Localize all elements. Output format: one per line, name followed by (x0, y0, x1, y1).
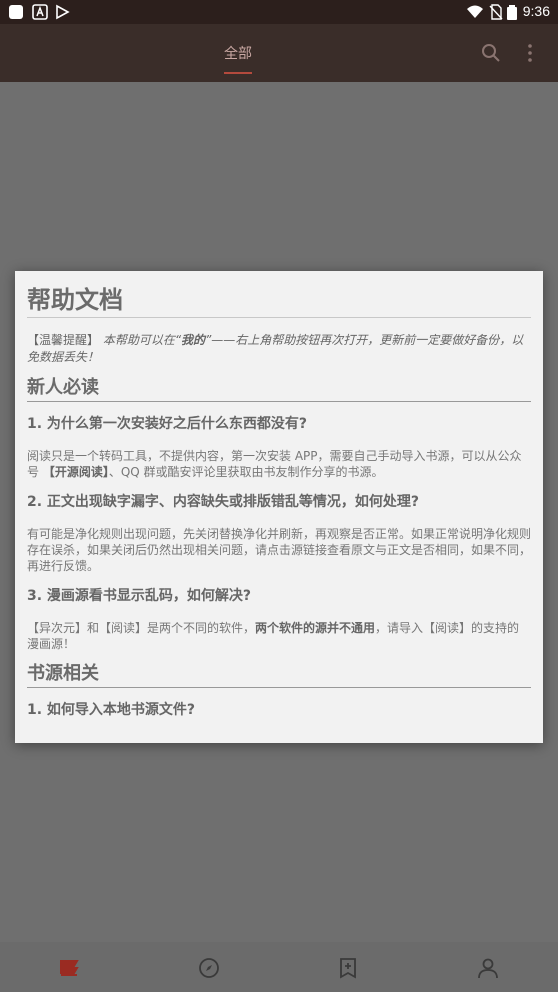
tip-text-1: 本帮助可以在“ (102, 333, 182, 347)
section-newcomer-heading: 新人必读 (27, 376, 531, 402)
faq-answer-2: 有可能是净化规则出现问题，先关闭替换净化并刷新，再观察是否正常。如果正常说明净化… (27, 527, 532, 573)
discover-icon[interactable] (197, 956, 221, 980)
tab-all-label: 全部 (224, 46, 252, 62)
tab-indicator (224, 72, 252, 74)
faq-source-question-1: 1. 如何导入本地书源文件? (27, 702, 196, 718)
more-options-icon[interactable] (520, 43, 540, 63)
bottom-navigation (0, 942, 558, 992)
app-notification-icon (32, 4, 48, 20)
reminder-tip: 【温馨提醒】 本帮助可以在“我的”——右上角帮助按钮再次打开，更新前一定要做好备… (27, 332, 531, 366)
tab-all[interactable]: 全部 (213, 24, 263, 82)
faq-answer-1-bold: 【开源阅读】 (42, 465, 109, 479)
faq-question-3: 3. 漫画源看书显示乱码，如何解决? (27, 588, 252, 604)
faq-answer-3: 【异次元】和【阅读】是两个不同的软件，两个软件的源并不通用，请导入【阅读】的支持… (27, 620, 531, 652)
play-store-icon (54, 4, 70, 20)
faq-question-1: 1. 为什么第一次安装好之后什么东西都没有? (27, 416, 308, 432)
faq-answer-3-bold: 两个软件的源并不通用 (255, 621, 376, 635)
faq-answer-1-part2: 、QQ 群或酷安评论里获取由书友制作分享的书源。 (108, 465, 384, 479)
status-time: 9:36 (522, 3, 550, 19)
my-icon[interactable] (476, 956, 500, 980)
bookshelf-icon[interactable] (57, 956, 81, 980)
rss-icon[interactable] (336, 956, 360, 980)
app-bar: 全部 (0, 24, 558, 82)
faq-answer-1: 阅读只是一个转码工具，不提供内容，第一次安装 APP，需要自己手动导入书源，可以… (27, 448, 531, 480)
wifi-icon (466, 4, 484, 20)
help-dialog: 帮助文档 【温馨提醒】 本帮助可以在“我的”——右上角帮助按钮再次打开，更新前一… (15, 271, 543, 743)
section-source-heading: 书源相关 (27, 662, 531, 688)
faq-question-2: 2. 正文出现缺字漏字、内容缺失或排版错乱等情况，如何处理? (27, 494, 420, 510)
faq-answer-3-part1: 【异次元】和【阅读】是两个不同的软件， (27, 621, 256, 635)
dialog-title: 帮助文档 (27, 285, 531, 318)
status-bar: 9:36 (0, 0, 558, 24)
notification-icon (8, 4, 24, 20)
tip-bold: 我的 (181, 333, 206, 347)
tip-prefix: 【温馨提醒】 (27, 333, 103, 347)
no-sim-icon (488, 4, 504, 20)
battery-icon (506, 4, 518, 20)
search-icon[interactable] (481, 43, 501, 63)
